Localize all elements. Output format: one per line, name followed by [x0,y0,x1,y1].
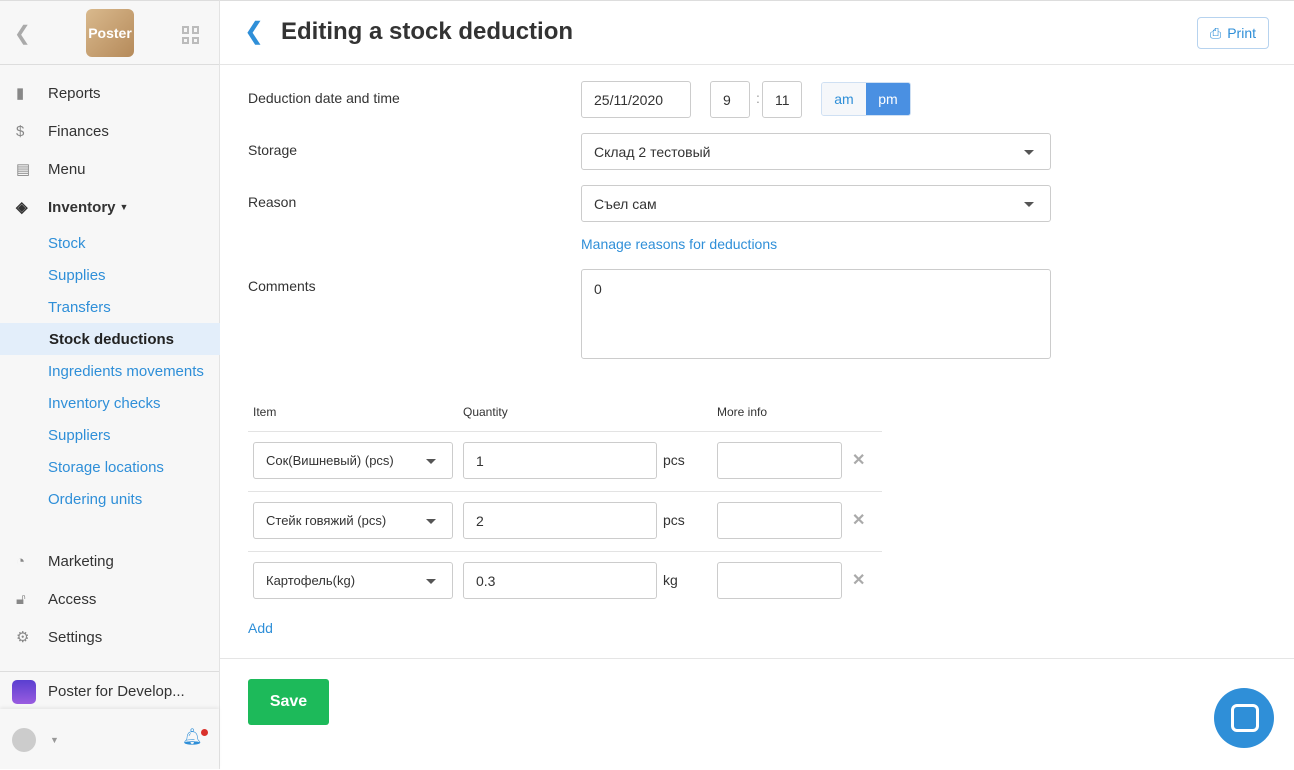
sidebar-item-settings[interactable]: ⚙ Settings [0,618,220,656]
sidebar-sub-storage-locations[interactable]: Storage locations [0,451,220,483]
main-content: ❮ Editing a stock deduction ⎙ Print Deduc… [220,0,1294,769]
printer-icon: ⎙ [1210,24,1222,41]
save-button[interactable]: Save [248,679,329,725]
date-input[interactable]: 25/11/2020 [581,81,691,118]
remove-row-icon[interactable]: ✕ [852,450,865,470]
back-icon[interactable]: ❮ [244,17,264,46]
sidebar-item-inventory[interactable]: ◈ Inventory ▼ [0,188,220,226]
remove-row-icon[interactable]: ✕ [852,570,865,590]
date-label: Deduction date and time [248,90,400,106]
developer-app[interactable]: Poster for Develop... [0,671,219,711]
collapse-icon[interactable]: ❮ [14,21,31,46]
pie-icon: ◔ [16,552,26,570]
storage-select[interactable]: Склад 2 тестовый [581,133,1051,170]
sidebar-item-finances[interactable]: $ Finances [0,112,220,150]
remove-row-icon[interactable]: ✕ [852,510,865,530]
avatar[interactable] [12,727,36,752]
sidebar-item-label: Finances [48,122,109,140]
column-header-more-info: More info [717,405,768,419]
page-header: ❮ Editing a stock deduction ⎙ Print [220,1,1294,65]
page-title: Editing a stock deduction [281,18,574,45]
sidebar-item-reports[interactable]: ▮ Reports [0,74,220,112]
bar-chart-icon: ▮ [16,85,25,102]
print-button[interactable]: ⎙ Print [1197,17,1269,49]
user-bar: ▼ 🔔︎ [0,709,219,770]
more-info-input[interactable] [717,502,842,539]
chevron-down-icon: ▼ [119,202,129,212]
column-header-quantity: Quantity [463,405,508,419]
sidebar-item-access[interactable]: 🔓︎ Access [0,580,220,618]
sidebar-sub-ingredients-movements[interactable]: Ingredients movements [0,355,220,387]
manage-reasons-link[interactable]: Manage reasons for deductions [581,236,777,252]
unit-label: pcs [663,452,685,468]
notification-dot [201,729,209,736]
add-row-link[interactable]: Add [248,620,273,636]
storage-label: Storage [248,142,298,158]
lock-icon: 🔓︎ [16,590,26,608]
unit-label: kg [663,572,678,588]
footer-divider [220,658,1294,659]
gear-icon: ⚙ [16,629,30,646]
quantity-input[interactable]: 1 [463,442,657,479]
chat-widget-button[interactable] [1214,688,1274,748]
app-label: Poster for Develop... [48,683,185,700]
unit-label: pcs [663,512,685,528]
sidebar-item-label: Reports [48,84,101,102]
more-info-input[interactable] [717,442,842,479]
item-select[interactable]: Сок(Вишневый) (pcs) [253,442,453,479]
bell-icon[interactable]: 🔔︎ [182,727,209,747]
dollar-icon: $ [16,122,25,140]
chevron-down-icon[interactable]: ▼ [50,735,59,745]
app-icon [12,679,36,704]
sidebar-sub-transfers[interactable]: Transfers [0,291,220,323]
sidebar-item-label: Inventory [48,198,116,216]
sidebar-item-label: Settings [48,628,103,646]
hour-input[interactable]: 9 [710,81,750,118]
ampm-toggle: am pm [821,82,911,116]
reason-label: Reason [248,194,297,210]
am-button[interactable]: am [822,83,866,115]
comments-label: Comments [248,278,316,294]
sidebar-item-label: Access [48,590,97,608]
sidebar-sub-stock[interactable]: Stock [0,227,220,259]
minute-input[interactable]: 11 [762,81,802,118]
sidebar-item-label: Menu [48,160,86,178]
sidebar: ❮ Poster ▮ Reports $ Finances ▤ Menu ◈ Inven… [0,0,220,769]
item-select[interactable]: Картофель(kg) [253,562,453,599]
quantity-input[interactable]: 2 [463,502,657,539]
sidebar-header: ❮ Poster [0,1,219,65]
sidebar-sub-suppliers[interactable]: Suppliers [0,419,220,451]
sidebar-item-marketing[interactable]: ◔ Marketing [0,542,220,580]
print-label: Print [1227,25,1256,41]
reason-select[interactable]: Съел сам [581,185,1051,222]
sidebar-item-label: Marketing [48,552,114,570]
sidebar-sub-supplies[interactable]: Supplies [0,259,220,291]
logo[interactable]: Poster [86,9,134,57]
layers-icon: ◈ [16,199,28,216]
sidebar-sub-stock-deductions[interactable]: Stock deductions [0,323,220,355]
column-header-item: Item [253,405,277,419]
apps-grid-icon[interactable] [182,26,200,44]
sidebar-sub-inventory-checks[interactable]: Inventory checks [0,387,220,419]
document-icon: ▤ [16,161,31,178]
more-info-input[interactable] [717,562,842,599]
pm-button[interactable]: pm [866,83,910,115]
item-select[interactable]: Стейк говяжий (pcs) [253,502,453,539]
sidebar-sub-ordering-units[interactable]: Ordering units [0,483,220,515]
comments-textarea[interactable]: 0 [581,269,1051,359]
quantity-input[interactable]: 0.3 [463,562,657,599]
sidebar-item-menu[interactable]: ▤ Menu [0,150,220,188]
